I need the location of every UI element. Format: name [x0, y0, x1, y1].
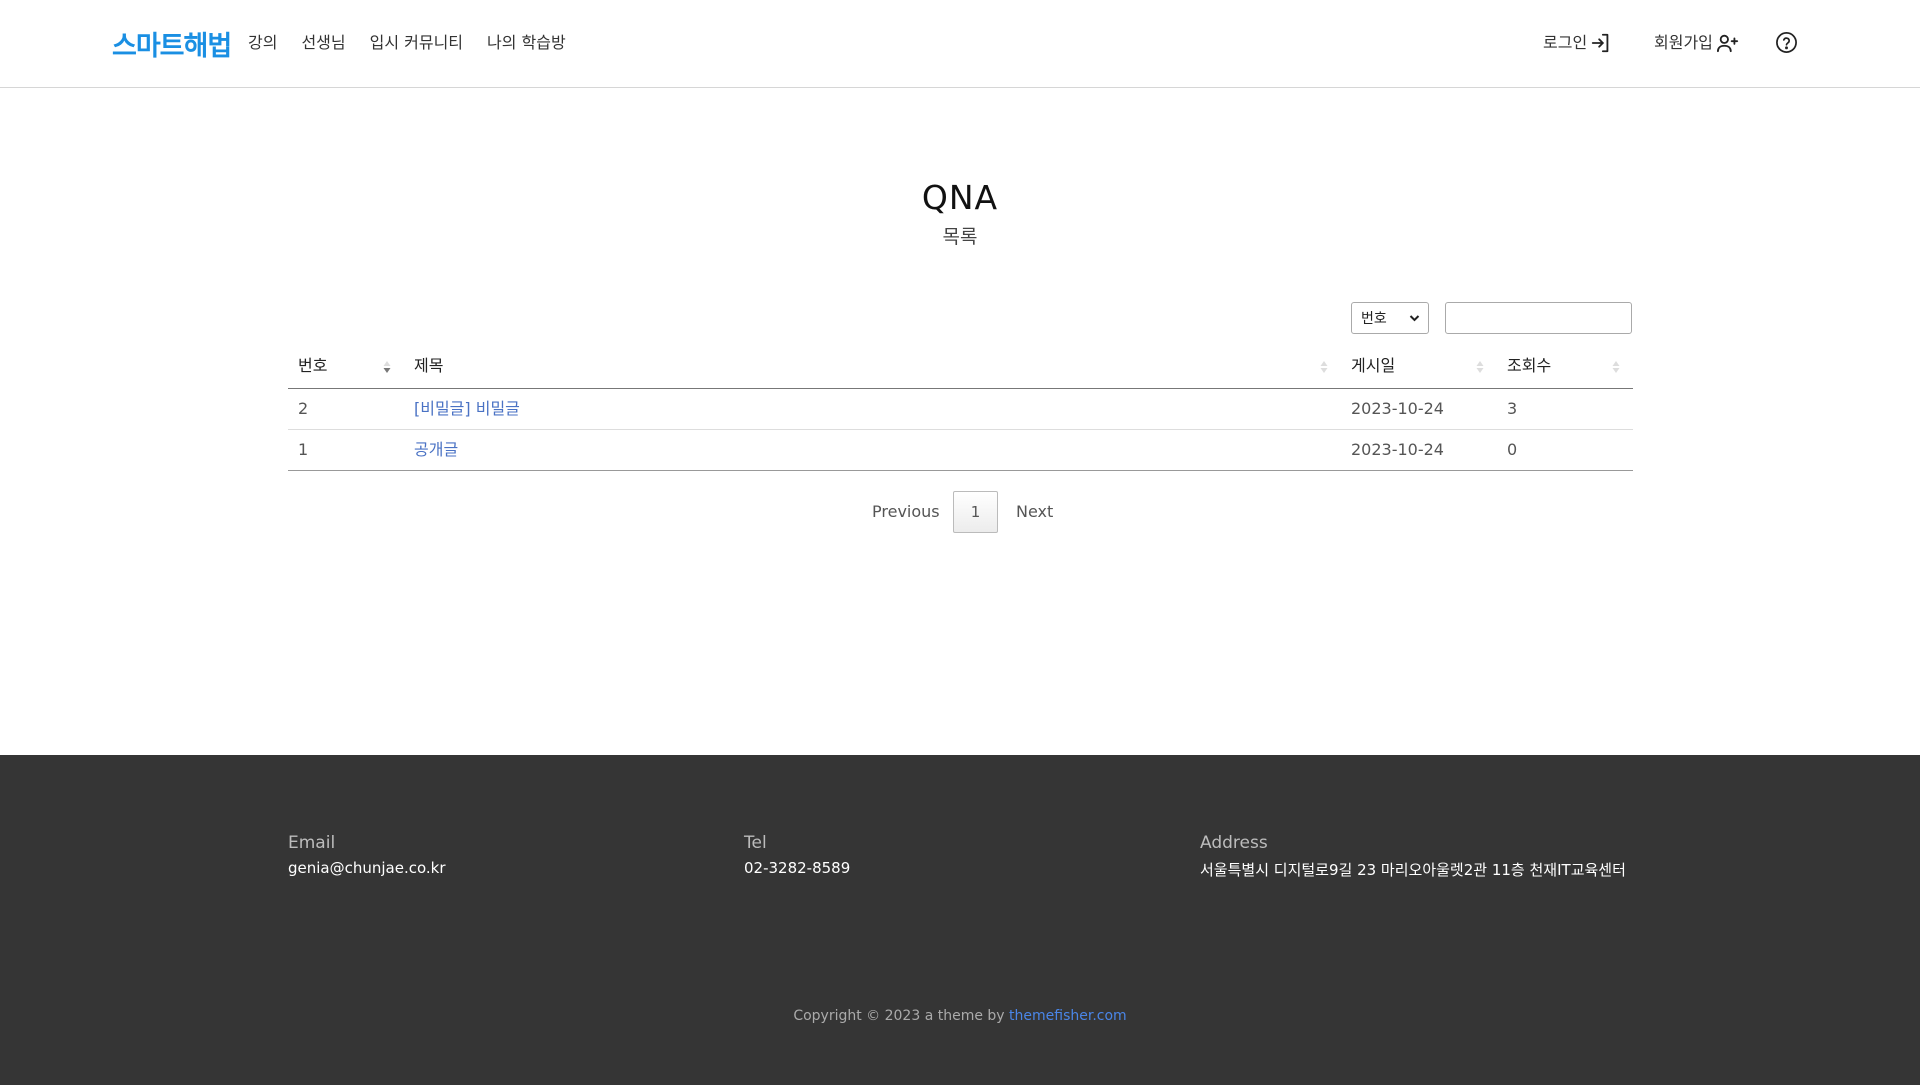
row-title-link[interactable]: 공개글	[414, 430, 458, 470]
row-number: 1	[298, 440, 309, 459]
footer-tel-value: 02-3282-8589	[744, 859, 851, 877]
search-input[interactable]	[1445, 302, 1632, 334]
column-header-date[interactable]: 게시일	[1351, 346, 1395, 389]
themefisher-link[interactable]: themefisher.com	[1009, 1008, 1127, 1024]
table-row: 2 [비밀글] 비밀글 2023-10-24 3	[288, 389, 1633, 430]
pagination-previous[interactable]: Previous	[872, 491, 940, 533]
row-views: 0	[1507, 440, 1518, 459]
nav-item-teachers[interactable]: 선생님	[301, 30, 345, 56]
site-footer: Email genia@chunjae.co.kr Tel 02-3282-85…	[0, 755, 1920, 1085]
site-logo[interactable]: 스마트해법	[112, 26, 232, 62]
nav-item-lectures[interactable]: 강의	[248, 30, 277, 56]
copyright-text: Copyright © 2023 a theme by	[793, 1008, 1010, 1024]
signup-label: 회원가입	[1654, 33, 1713, 52]
sort-icon[interactable]	[1611, 359, 1621, 375]
login-button[interactable]: 로그인	[1543, 28, 1612, 58]
site-header: 스마트해법 강의 선생님 입시 커뮤니티 나의 학습방 로그인 회원가입	[0, 0, 1920, 88]
qna-table: 번호 제목 게시일 조회수 2 [비밀글] 비밀글 2023-10-24 3 1…	[288, 346, 1633, 471]
sort-icon[interactable]	[1319, 359, 1329, 375]
footer-email-label: Email	[288, 833, 336, 853]
row-views: 3	[1507, 399, 1518, 418]
login-label: 로그인	[1543, 33, 1588, 52]
column-header-views[interactable]: 조회수	[1507, 346, 1551, 389]
page-subtitle: 목록	[942, 226, 978, 248]
add-user-icon	[1716, 34, 1738, 53]
sort-icon[interactable]	[1475, 359, 1485, 375]
logo-text: 스마트해법	[112, 30, 232, 62]
chevron-down-icon	[1409, 315, 1420, 322]
footer-tel: Tel 02-3282-8589	[744, 833, 850, 877]
search-field-select[interactable]: 번호	[1351, 302, 1429, 334]
help-icon	[1776, 32, 1797, 53]
column-header-title[interactable]: 제목	[414, 346, 443, 389]
table-row: 1 공개글 2023-10-24 0	[288, 430, 1633, 471]
pagination: Previous 1 Next	[0, 491, 1920, 533]
select-value: 번호	[1361, 311, 1387, 327]
row-date: 2023-10-24	[1351, 440, 1444, 459]
footer-address-label: Address	[1200, 833, 1268, 853]
footer-tel-label: Tel	[744, 833, 767, 853]
pagination-next[interactable]: Next	[1016, 491, 1053, 533]
column-header-number[interactable]: 번호	[298, 346, 327, 389]
nav-item-community[interactable]: 입시 커뮤니티	[370, 30, 463, 56]
main-nav: 강의 선생님 입시 커뮤니티 나의 학습방	[248, 30, 590, 56]
row-title-link[interactable]: [비밀글] 비밀글	[414, 389, 520, 429]
signup-button[interactable]: 회원가입	[1654, 28, 1740, 58]
footer-address-value: 서울특별시 디지털로9길 23 마리오아울렛2관 11층 천재IT교육센터	[1200, 861, 1626, 879]
copyright: Copyright © 2023 a theme by themefisher.…	[0, 1008, 1920, 1024]
footer-email: Email genia@chunjae.co.kr	[288, 833, 446, 877]
footer-address: Address 서울특별시 디지털로9길 23 마리오아울렛2관 11층 천재I…	[1200, 833, 1626, 880]
table-header: 번호 제목 게시일 조회수	[288, 346, 1633, 389]
row-number: 2	[298, 399, 309, 418]
login-icon	[1592, 33, 1609, 53]
nav-item-my-study-room[interactable]: 나의 학습방	[487, 30, 566, 56]
footer-email-value: genia@chunjae.co.kr	[288, 859, 446, 877]
row-date: 2023-10-24	[1351, 399, 1444, 418]
page-title: QNA	[921, 178, 999, 217]
pagination-page-current[interactable]: 1	[953, 491, 998, 533]
help-button[interactable]	[1772, 31, 1798, 54]
sort-desc-icon[interactable]	[382, 359, 392, 375]
